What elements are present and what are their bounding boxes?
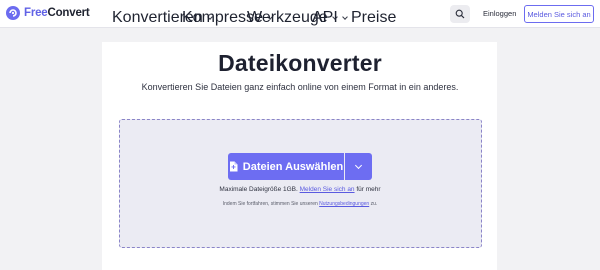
nav-preise[interactable]: Preise	[351, 9, 396, 27]
terms-prefix: Indem Sie fortfahren, stimmen Sie unsere…	[222, 201, 318, 207]
terms-link[interactable]: Nutzungsbedingungen	[319, 201, 369, 207]
nav-api[interactable]: API	[312, 9, 348, 27]
search-button[interactable]	[450, 5, 470, 23]
terms-suffix: zu.	[370, 201, 378, 207]
page-title: Dateikonverter	[218, 50, 382, 76]
max-size-text: Maximale Dateigröße 1GB.	[219, 186, 298, 193]
upload-source-dropdown[interactable]	[345, 153, 372, 180]
file-icon	[229, 161, 238, 172]
signup-link[interactable]: Melden Sie sich an	[300, 186, 355, 193]
logo[interactable]: FreeConvert	[6, 6, 90, 20]
search-icon	[455, 9, 465, 19]
login-link[interactable]: Einloggen	[483, 9, 516, 18]
signup-button[interactable]: Melden Sie sich an	[524, 5, 594, 23]
chevron-down-icon	[341, 13, 348, 20]
terms-note: Indem Sie fortfahren, stimmen Sie unsere…	[0, 201, 600, 207]
nav-label: Preise	[351, 9, 397, 26]
max-size-suffix: für mehr	[356, 186, 381, 193]
chevron-down-icon	[354, 161, 363, 169]
choose-files-label: Dateien Auswählen	[242, 160, 344, 173]
top-navbar: FreeConvert Konvertieren Kompresse Werkz…	[0, 0, 600, 28]
file-dropzone[interactable]	[119, 119, 482, 248]
choose-files-button[interactable]: Dateien Auswählen	[228, 153, 344, 180]
page-subtitle: Konvertieren Sie Dateien ganz einfach on…	[141, 82, 459, 92]
nav-label: API	[312, 9, 338, 26]
max-file-size-note: Maximale Dateigröße 1GB. Melden Sie sich…	[0, 186, 600, 193]
logo-text: FreeConvert	[24, 7, 90, 19]
logo-icon	[6, 6, 20, 20]
